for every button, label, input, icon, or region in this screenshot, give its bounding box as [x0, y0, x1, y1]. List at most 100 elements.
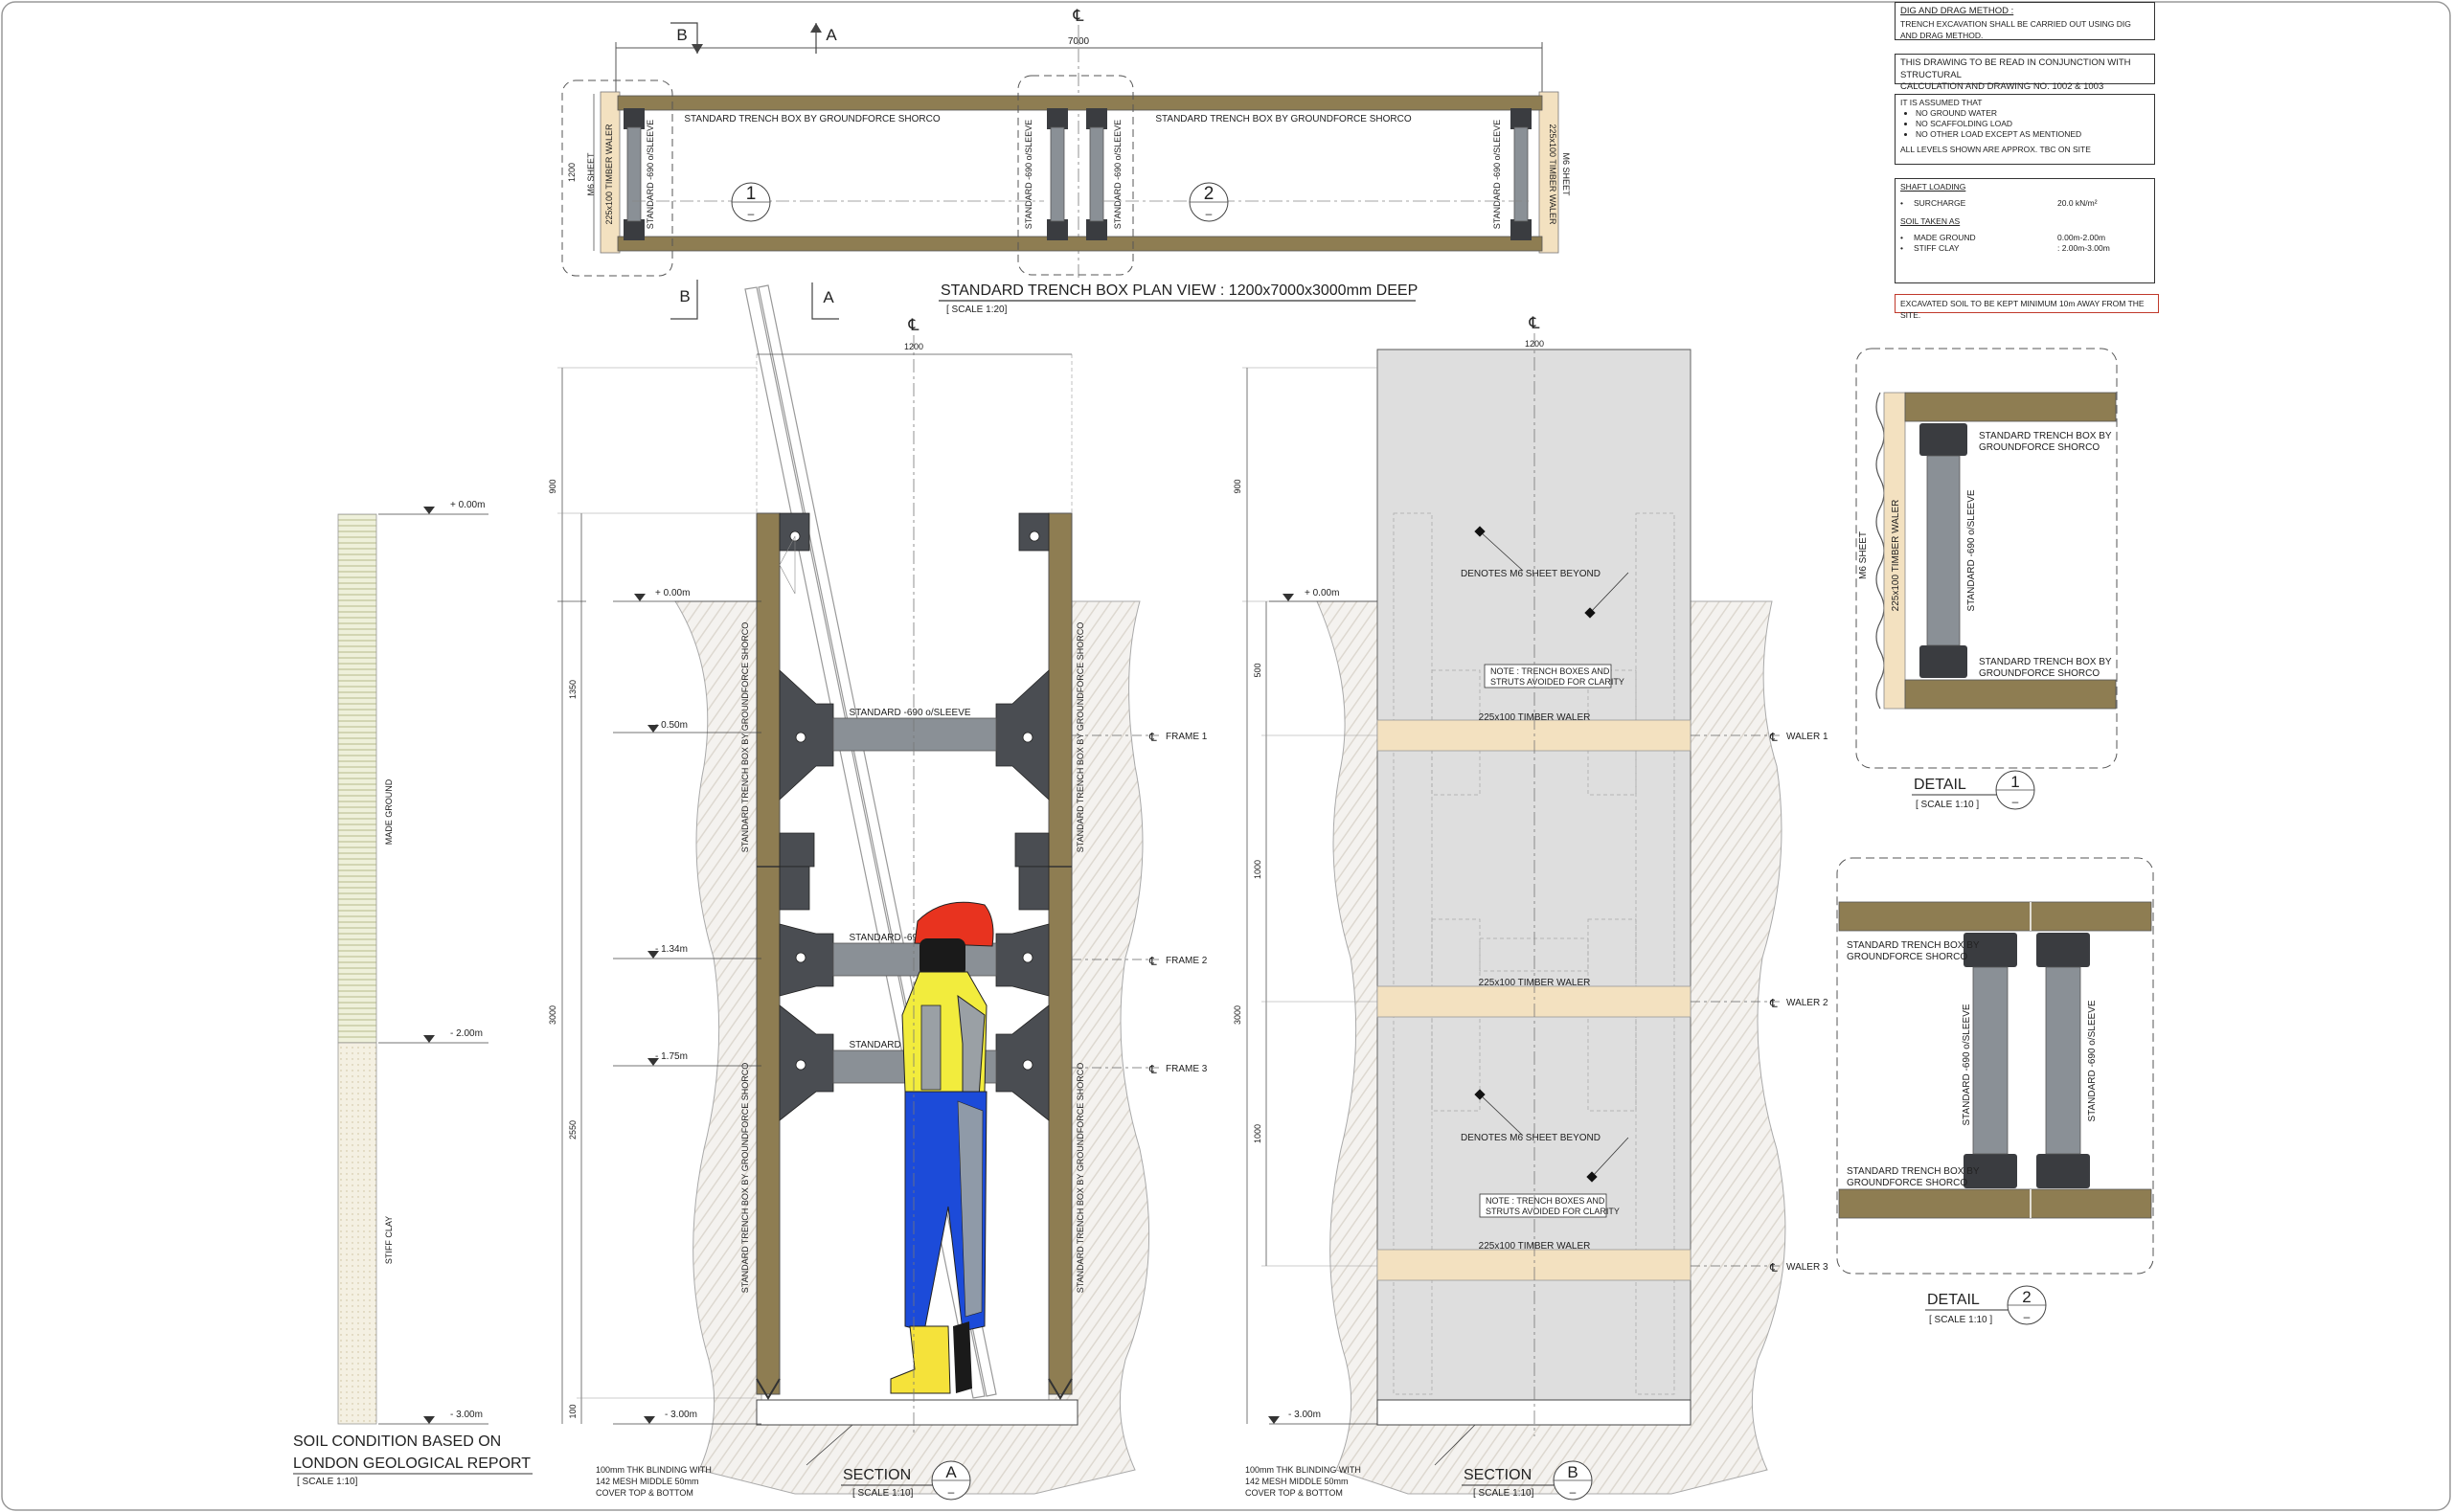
section-b-blinding	[1376, 1399, 1691, 1426]
soil-column: MADE GROUND STIFF CLAY + 0.00m - 2.00m -…	[293, 500, 533, 1487]
section-a-panel-right	[1048, 512, 1073, 1395]
soil-level-top: + 0.00m	[450, 500, 485, 510]
plan-sheet-label-right: M6 SHEET	[1561, 152, 1571, 196]
section-b-waler-1-cl: ℄	[1769, 731, 1778, 744]
section-a-dim-3000: 3000	[548, 1005, 557, 1025]
section-b-dim-3000: 3000	[1233, 1005, 1242, 1025]
note-read-2: CALCULATION AND DRAWING NO. 1002 & 1003	[1900, 81, 2104, 92]
section-a-dim-900: 900	[548, 479, 557, 493]
note-soil-clay: STIFF CLAY	[1914, 243, 1960, 253]
section-b-note-2b: STRUTS AVOIDED FOR CLARITY	[1486, 1207, 1620, 1216]
soil-level-bot: - 3.00m	[450, 1410, 483, 1420]
detail-2-strut-label-left: STANDARD -690 o/SLEEVE	[1962, 1004, 1972, 1125]
note-read-1: THIS DRAWING TO BE READ IN CONJUNCTION W…	[1900, 57, 2131, 80]
section-a-blinding-1: 100mm THK BLINDING WITH	[596, 1465, 712, 1475]
plan-section-b-bottom-label: B	[679, 287, 690, 305]
note-assumed-3: NO OTHER LOAD EXCEPT AS MENTIONED	[1916, 129, 2149, 140]
note-dig-drag-title: DIG AND DRAG METHOD :	[1900, 6, 2014, 16]
section-b-scale: [ SCALE 1:10]	[1473, 1488, 1534, 1499]
detail-1-panel-bottom	[1904, 679, 2117, 710]
note-dig-drag: DIG AND DRAG METHOD : TRENCH EXCAVATION …	[1895, 2, 2155, 40]
plan-strut-3	[1086, 108, 1107, 240]
plan-strut-label-3: STANDARD -690 o/SLEEVE	[1113, 120, 1123, 229]
note-surcharge-label: SURCHARGE	[1914, 198, 1966, 208]
section-b-waler-2	[1376, 985, 1691, 1018]
section-b-marker-sheet: –	[1570, 1485, 1577, 1499]
plan-detail-marker-1: 1	[746, 184, 757, 204]
section-a-blinding-2: 142 MESH MIDDLE 50mm	[596, 1477, 699, 1486]
section-a-frame-3: FRAME 3	[1166, 1064, 1208, 1074]
note-loading: SHAFT LOADING • SURCHARGE 20.0 kN/m² SOIL …	[1895, 178, 2155, 283]
plan-section-marker-a-top	[810, 23, 822, 54]
detail-1-strut	[1926, 455, 1961, 646]
plan-view: 7000 ℄ STANDARD TRENCH BOX BY GROUNDFORC…	[561, 7, 1571, 320]
section-a-box-label-left-top: STANDARD TRENCH BOX BY GROUNDFORCE SHORC…	[740, 622, 750, 853]
detail-2-collar-tr	[2036, 933, 2090, 967]
section-a-centreline: ℄	[908, 316, 920, 334]
section-b-waler-tag-2: WALER 2	[1786, 998, 1828, 1008]
note-surcharge-value: 20.0 kN/m²	[2057, 198, 2098, 208]
section-b-waler-1	[1376, 719, 1691, 752]
section-b-waler-2-cl: ℄	[1769, 997, 1778, 1010]
detail-1-marker-sheet: –	[2012, 795, 2019, 808]
detail-1-scale: [ SCALE 1:10 ]	[1916, 800, 1979, 810]
soil-title-2: LONDON GEOLOGICAL REPORT	[293, 1456, 531, 1472]
detail-2-marker: 2	[2022, 1288, 2031, 1306]
section-a-box-label-left-bot: STANDARD TRENCH BOX BY GROUNDFORCE SHORC…	[740, 1063, 750, 1294]
plan-section-a-top-label: A	[826, 26, 837, 44]
plan-strut-2	[1047, 108, 1068, 240]
plan-strut-4	[1510, 108, 1532, 240]
plan-waler-label-left: 225x100 TIMBER WALER	[604, 124, 614, 225]
note-levels: ALL LEVELS SHOWN ARE APPROX. TBC ON SITE	[1900, 145, 2091, 154]
plan-box-label-left: STANDARD TRENCH BOX BY GROUNDFORCE SHORC…	[684, 114, 940, 124]
section-b-blinding-1: 100mm THK BLINDING WITH	[1245, 1465, 1361, 1475]
section-b: 225x100 TIMBER WALER 225x100 TIMBER WALE…	[1233, 314, 1828, 1501]
detail-1-collar-top	[1919, 423, 1967, 456]
note-excavated-soil: EXCAVATED SOIL TO BE KEPT MINIMUM 10m AW…	[1895, 294, 2159, 320]
plan-detail-marker-1-sheet: –	[748, 207, 755, 220]
plan-panel-top	[617, 95, 1543, 111]
plan-dim-width: 1200	[567, 163, 577, 182]
section-b-waler-tag-1: WALER 1	[1786, 732, 1828, 742]
detail-1-collar-bottom	[1919, 645, 1967, 678]
section-a-scale: [ SCALE 1:10]	[852, 1488, 914, 1499]
plan-section-a-bottom-label: A	[823, 288, 834, 306]
section-a: STANDARD -690 o/SLEEVE STANDARD -690 o/S…	[548, 284, 1208, 1501]
section-a-dim-1350: 1350	[568, 680, 578, 699]
section-b-note-1b: STRUTS AVOIDED FOR CLARITY	[1490, 677, 1624, 687]
note-assumed-2: NO SCAFFOLDING LOAD	[1916, 119, 2149, 129]
detail-2-box-top-2: GROUNDFORCE SHORCO	[1847, 952, 1967, 962]
section-b-centreline: ℄	[1529, 314, 1540, 332]
section-b-dim-900: 900	[1233, 479, 1242, 493]
section-b-waler-tag-3: WALER 3	[1786, 1262, 1828, 1273]
section-a-level-4: - 3.00m	[665, 1410, 697, 1420]
plan-title: STANDARD TRENCH BOX PLAN VIEW : 1200x700…	[941, 282, 1418, 299]
plan-sheet-label-left: M6 SHEET	[586, 152, 596, 196]
section-a-panel-left	[756, 512, 781, 1395]
section-b-title: SECTION	[1464, 1467, 1532, 1483]
section-a-frame-1: FRAME 1	[1166, 732, 1208, 742]
detail-2-panel-bottom	[1838, 1188, 2152, 1219]
section-b-level-0: + 0.00m	[1305, 588, 1339, 598]
section-a-frame-2: FRAME 2	[1166, 956, 1208, 966]
section-b-blinding-3: COVER TOP & BOTTOM	[1245, 1488, 1343, 1498]
section-b-waler-3-cl: ℄	[1769, 1261, 1778, 1275]
section-b-dim-1000b: 1000	[1253, 1124, 1262, 1143]
note-soil-made: MADE GROUND	[1914, 233, 1976, 242]
section-a-level-1: - 0.50m	[655, 720, 688, 731]
detail-1-panel-top	[1904, 392, 2117, 422]
section-b-marker: B	[1567, 1463, 1578, 1481]
note-soil-clay-val: : 2.00m-3.00m	[2057, 243, 2110, 253]
detail-2-collar-br	[2036, 1154, 2090, 1188]
soil-title-1: SOIL CONDITION BASED ON	[293, 1433, 501, 1450]
plan-section-b-top-label: B	[676, 26, 687, 44]
section-b-dim-1000a: 1000	[1253, 860, 1262, 879]
section-a-title: SECTION	[843, 1467, 911, 1483]
plan-box-label-right: STANDARD TRENCH BOX BY GROUNDFORCE SHORC…	[1155, 114, 1411, 124]
note-assumed-1: NO GROUND WATER	[1916, 108, 2149, 119]
plan-waler-label-right: 225x100 TIMBER WALER	[1548, 124, 1557, 225]
section-a-strut-2	[832, 942, 997, 977]
section-a-level-3: - 1.75m	[655, 1051, 688, 1062]
section-b-dim-500: 500	[1253, 663, 1262, 677]
detail-2-strut-label-right: STANDARD -690 o/SLEEVE	[2087, 1000, 2098, 1121]
